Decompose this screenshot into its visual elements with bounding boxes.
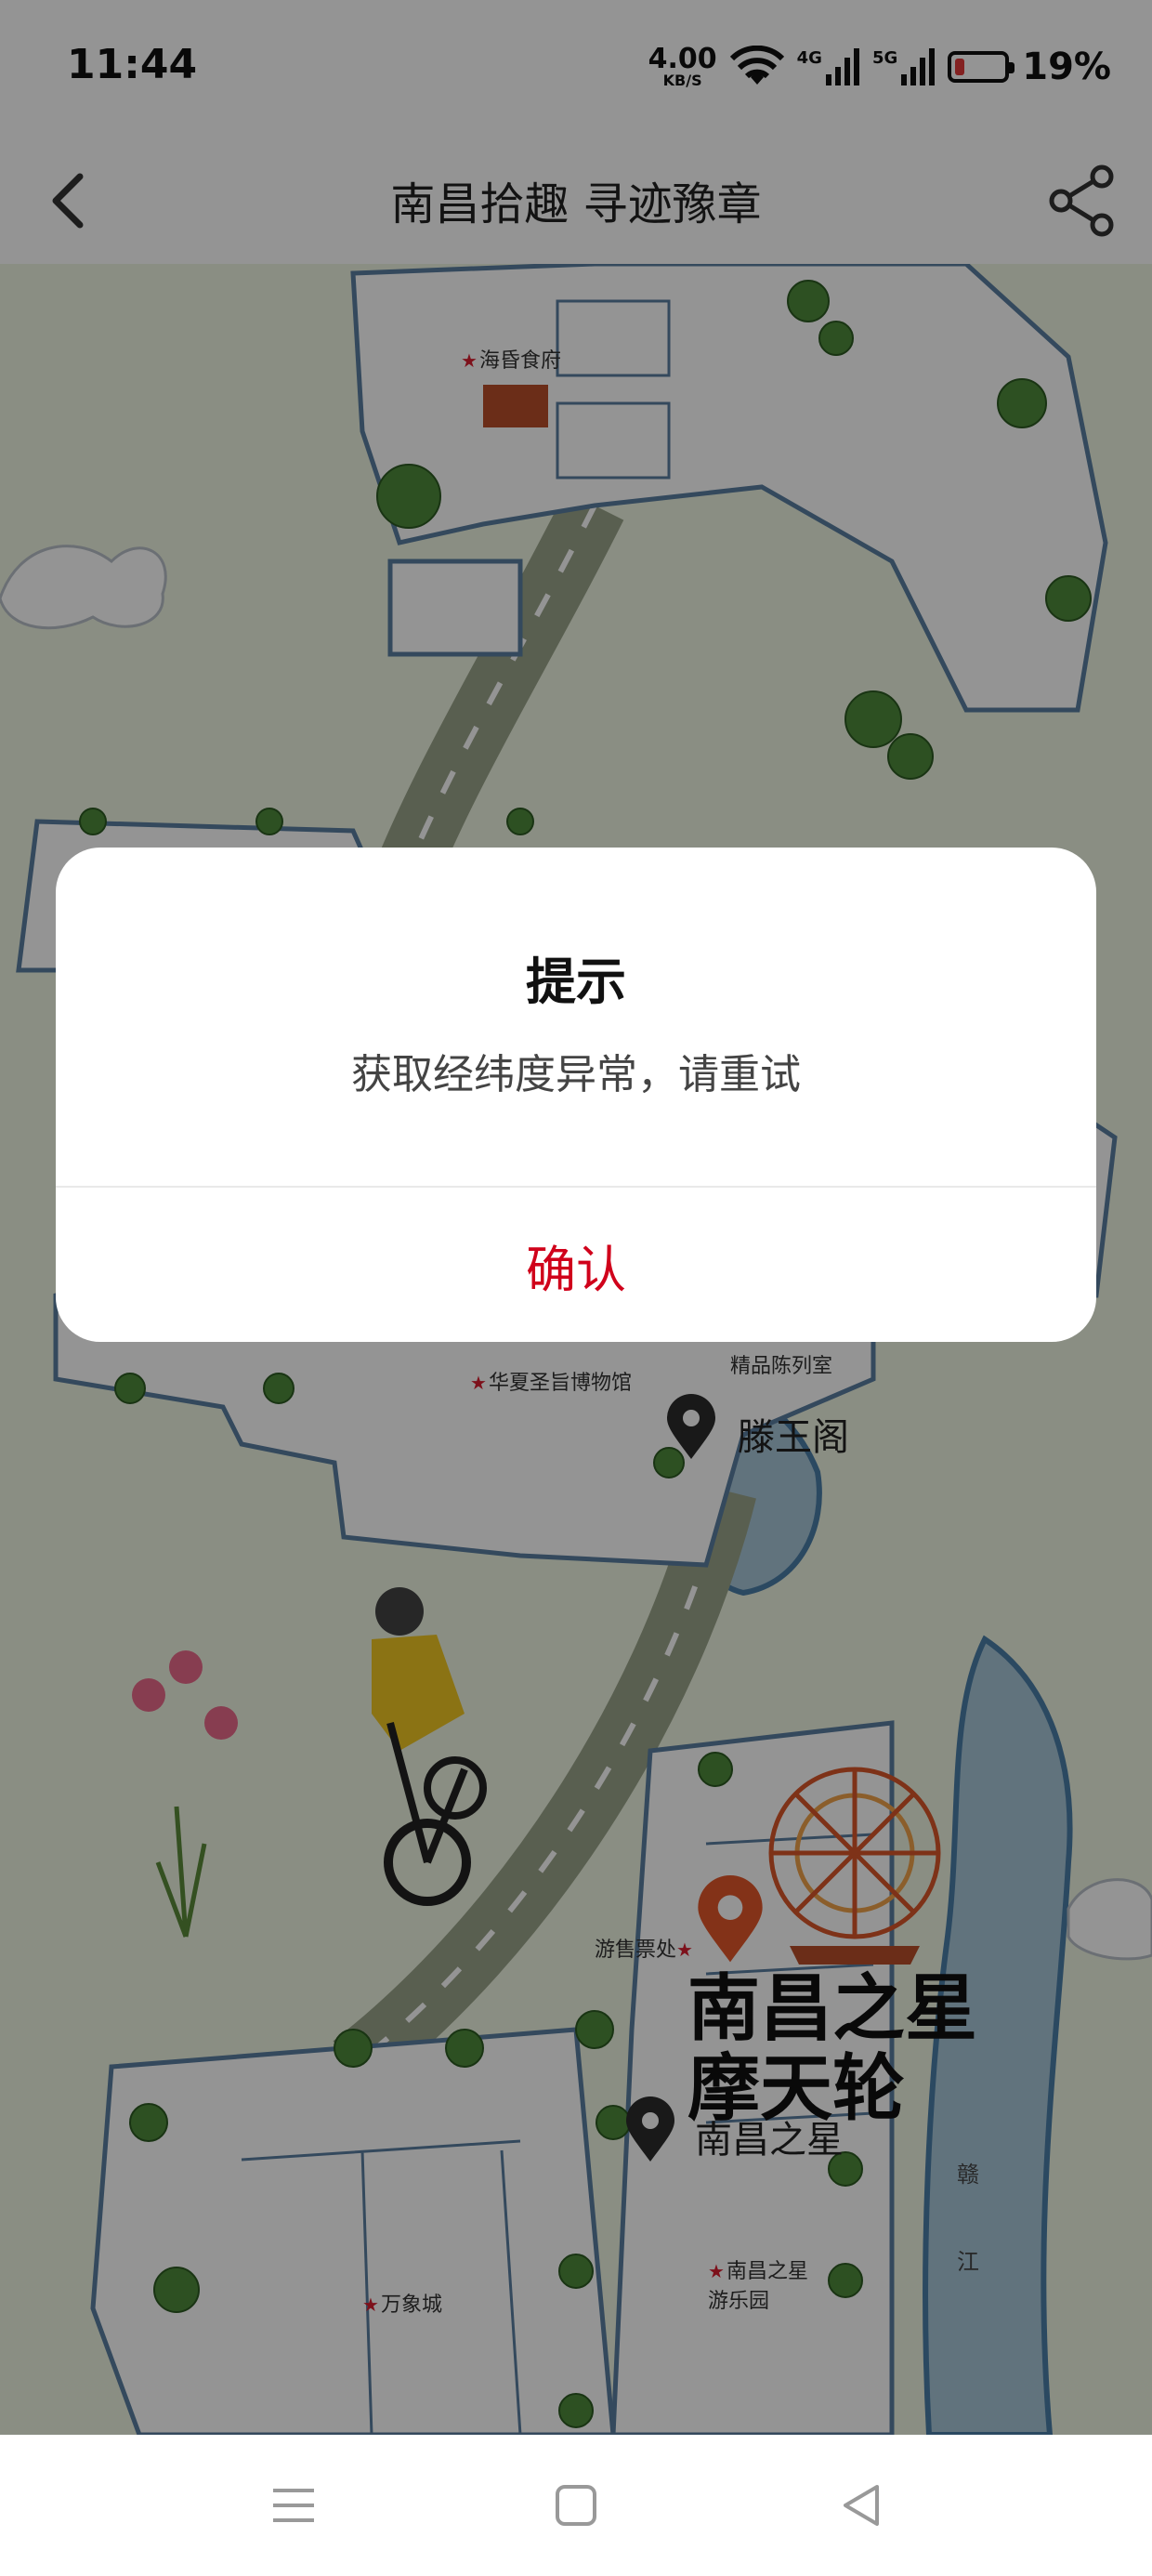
dialog-title: 提示 bbox=[526, 953, 626, 1011]
triangle-back-icon[interactable] bbox=[836, 2479, 888, 2531]
menu-icon[interactable] bbox=[268, 2479, 320, 2531]
confirm-button[interactable]: 确认 bbox=[56, 1188, 1096, 1342]
alert-dialog: 提示 获取经纬度异常，请重试 确认 bbox=[56, 848, 1096, 1342]
dialog-message: 获取经纬度异常，请重试 bbox=[351, 1051, 801, 1098]
square-home-icon[interactable] bbox=[550, 2479, 602, 2531]
system-nav-bar bbox=[0, 2435, 1152, 2576]
